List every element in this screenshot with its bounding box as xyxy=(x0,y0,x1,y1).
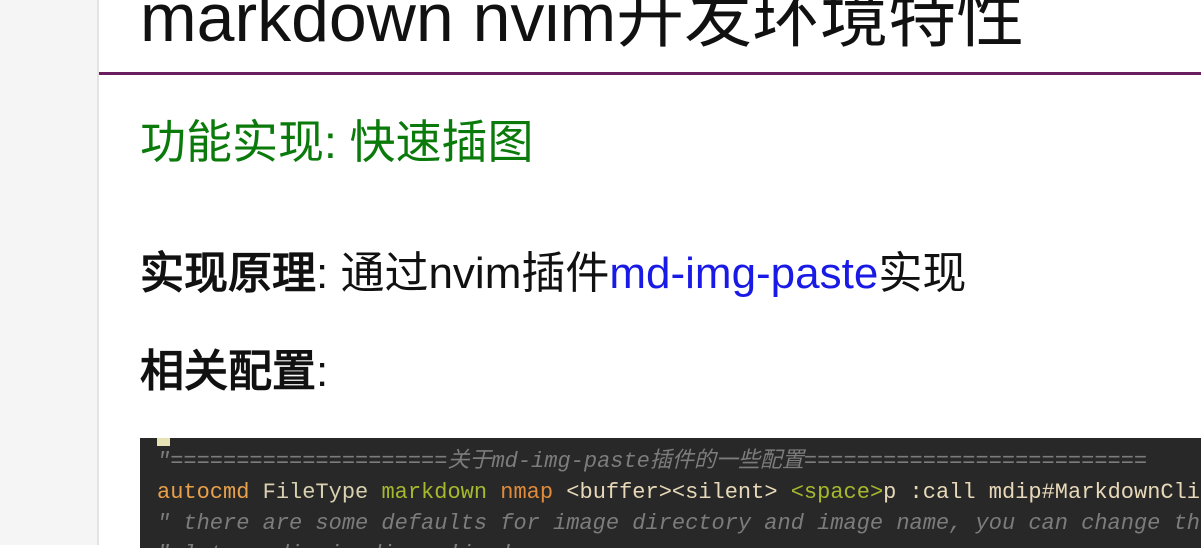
config-paragraph: 相关配置: xyxy=(140,344,328,400)
md-img-paste-link[interactable]: md-img-paste xyxy=(609,249,878,298)
principle-paragraph: 实现原理: 通过nvim插件md-img-paste实现 xyxy=(140,246,966,302)
code-token-nmap: nmap xyxy=(487,480,554,505)
code-line: "=====================关于md-img-paste插件的一… xyxy=(157,449,1148,474)
title-underline xyxy=(99,72,1201,75)
code-token-space: <space> xyxy=(790,480,884,505)
page-title: markdown nvim开发环境特性 xyxy=(140,0,1025,56)
section-heading: 功能实现: 快速插图 xyxy=(140,116,534,168)
code-token-call: p :call mdip#MarkdownClipboardImage()<CR… xyxy=(883,480,1201,505)
code-line: " let g:mdip_imgdir = 'img' xyxy=(157,539,513,548)
code-token-markdown: markdown xyxy=(368,480,488,505)
principle-text-before: 通过nvim插件 xyxy=(328,249,610,298)
code-token-buffer-silent: <buffer><silent> xyxy=(553,480,791,505)
code-block[interactable]: "=====================关于md-img-paste插件的一… xyxy=(140,438,1201,548)
document-page: markdown nvim开发环境特性 功能实现: 快速插图 实现原理: 通过n… xyxy=(99,0,1201,548)
editor-cursor xyxy=(157,438,170,446)
code-line: " there are some defaults for image dire… xyxy=(157,511,1201,536)
left-margin xyxy=(0,0,99,545)
code-token-autocmd: autocmd xyxy=(157,480,250,505)
config-label: 相关配置 xyxy=(140,347,316,396)
principle-label: 实现原理 xyxy=(140,249,316,298)
principle-colon: : xyxy=(316,249,329,298)
principle-text-after: 实现 xyxy=(878,249,967,298)
config-colon: : xyxy=(316,347,329,396)
code-line: autocmd FileType markdown nmap <buffer><… xyxy=(157,477,1201,508)
code-token-filetype: FileType xyxy=(249,480,369,505)
